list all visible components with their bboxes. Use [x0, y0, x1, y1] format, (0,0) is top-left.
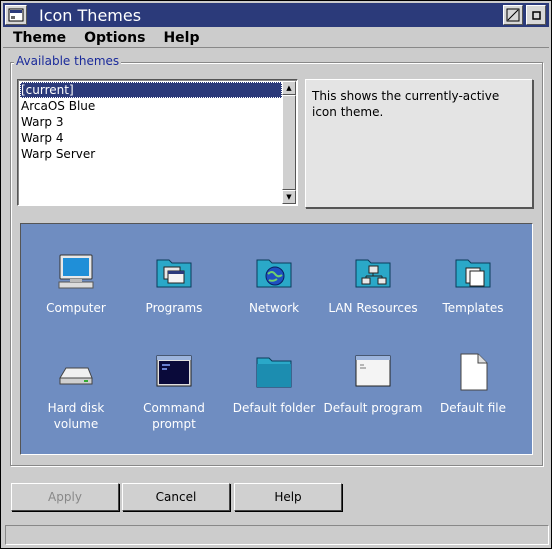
- icon-label: LAN Resources: [328, 301, 418, 315]
- icon-label: Default file: [440, 401, 506, 415]
- computer-icon: [58, 254, 94, 289]
- help-label: Help: [274, 490, 302, 504]
- scroll-thumb[interactable]: [282, 95, 296, 190]
- programs-folder-icon: [156, 259, 192, 288]
- list-item[interactable]: [current]: [20, 82, 282, 98]
- themes-scrollbar[interactable]: ▲ ▼: [282, 81, 296, 204]
- preview-item-programs: Programs: [124, 252, 224, 316]
- icon-themes-window: Icon Themes Theme Options Help Available…: [0, 0, 552, 549]
- icon-label: Templates: [442, 301, 504, 315]
- menu-bar: Theme Options Help: [3, 28, 549, 48]
- icon-preview-panel: Computer Programs Network LAN Resources …: [20, 223, 533, 455]
- command-prompt-icon: [156, 355, 192, 387]
- icon-label: Hard disk volume: [47, 401, 105, 431]
- menu-theme[interactable]: Theme: [13, 30, 66, 46]
- list-item[interactable]: Warp Server: [20, 146, 282, 162]
- menu-help[interactable]: Help: [163, 30, 199, 46]
- list-item[interactable]: Warp 3: [20, 114, 282, 130]
- icon-label: Default program: [323, 401, 423, 415]
- icon-label: Network: [248, 301, 300, 315]
- themes-list: [current] ArcaOS Blue Warp 3 Warp 4 Warp…: [20, 82, 282, 162]
- apply-button[interactable]: Apply: [11, 483, 119, 511]
- cancel-button[interactable]: Cancel: [122, 483, 230, 511]
- preview-item-default-folder: Default folder: [224, 352, 324, 416]
- cancel-label: Cancel: [155, 490, 197, 504]
- themes-listbox[interactable]: [current] ArcaOS Blue Warp 3 Warp 4 Warp…: [17, 79, 298, 206]
- maximize-icon: [532, 11, 541, 20]
- help-button[interactable]: Help: [234, 483, 342, 511]
- preview-item-templates: Templates: [423, 252, 523, 316]
- list-item[interactable]: ArcaOS Blue: [20, 98, 282, 114]
- icon-label: Programs: [145, 301, 203, 315]
- folder-icon: [256, 357, 292, 388]
- restore-icon: [506, 8, 520, 22]
- file-icon: [460, 353, 488, 391]
- preview-item-network: Network: [224, 252, 324, 316]
- program-window-icon: [355, 355, 391, 387]
- preview-item-command-prompt: Command prompt: [124, 352, 224, 432]
- menu-options[interactable]: Options: [84, 30, 145, 46]
- icon-label: Command prompt: [143, 401, 205, 431]
- scroll-down-icon[interactable]: ▼: [282, 190, 296, 204]
- apply-label: Apply: [48, 490, 82, 504]
- theme-description: This shows the currently-active icon the…: [305, 79, 533, 208]
- maximize-button[interactable]: [526, 5, 546, 25]
- preview-item-lan-resources: LAN Resources: [323, 252, 423, 316]
- window-title: Icon Themes: [39, 5, 142, 25]
- network-folder-icon: [256, 259, 292, 288]
- group-label: Available themes: [14, 54, 122, 68]
- hard-disk-icon: [59, 367, 93, 385]
- preview-item-default-program: Default program: [323, 352, 423, 416]
- restore-button[interactable]: [503, 5, 523, 25]
- preview-item-computer: Computer: [26, 252, 126, 316]
- lan-resources-folder-icon: [355, 259, 391, 288]
- system-menu-icon[interactable]: [5, 5, 27, 25]
- status-bar: [5, 525, 549, 545]
- list-item[interactable]: Warp 4: [20, 130, 282, 146]
- icon-label: Computer: [46, 301, 106, 315]
- title-bar[interactable]: Icon Themes: [3, 3, 549, 27]
- preview-item-hard-disk: Hard disk volume: [26, 352, 126, 432]
- scroll-up-icon[interactable]: ▲: [282, 81, 296, 95]
- preview-item-default-file: Default file: [423, 352, 523, 416]
- icon-label: Default folder: [232, 401, 316, 415]
- templates-folder-icon: [455, 259, 491, 288]
